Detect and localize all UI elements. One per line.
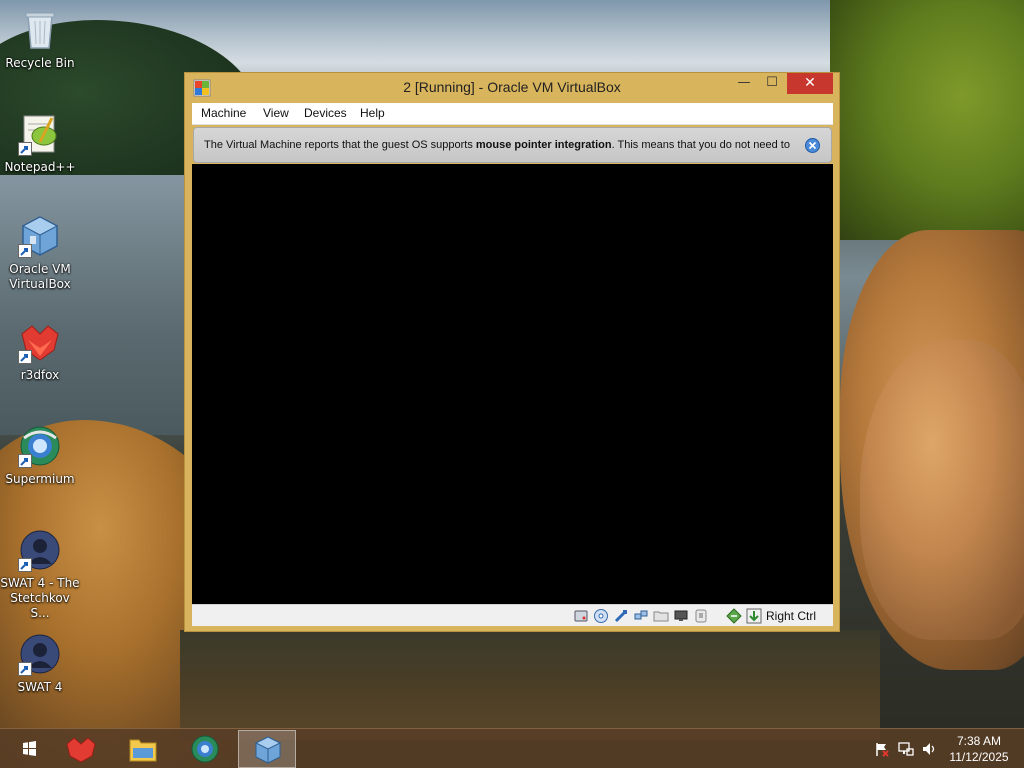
- taskbar: 7:38 AM 11/12/2025: [0, 728, 1024, 768]
- menu-machine[interactable]: Machine: [201, 106, 246, 120]
- shortcut-arrow-icon: [18, 350, 32, 364]
- swat4-syndicate-icon: [18, 528, 62, 572]
- virtualbox-icon: [252, 735, 284, 765]
- clock-date: 11/12/2025: [949, 750, 1009, 764]
- virtualbox-taskbar-button[interactable]: [238, 730, 296, 768]
- desktop-icon-r3dfox[interactable]: r3dfox: [0, 320, 80, 383]
- desktop-icon-virtualbox[interactable]: Oracle VM VirtualBox: [0, 214, 80, 292]
- r3dfox-icon: [65, 734, 97, 764]
- swat4-icon: [18, 632, 62, 676]
- wallpaper-forest: [830, 0, 1024, 240]
- file-explorer-taskbar-button[interactable]: [114, 730, 172, 768]
- r3dfox-taskbar-button[interactable]: [52, 730, 110, 768]
- menu-bar: Machine View Devices Help: [192, 103, 833, 125]
- notice-text-suffix: . This means that you do not need to: [611, 139, 790, 151]
- shortcut-arrow-icon: [18, 142, 32, 156]
- desktop-icon-swat4[interactable]: SWAT 4: [0, 632, 80, 695]
- display-icon[interactable]: [673, 608, 689, 624]
- desktop-icon-label: SWAT 4 - The Stetchkov S...: [0, 576, 80, 620]
- desktop-icon-recycle-bin[interactable]: Recycle Bin: [0, 8, 80, 71]
- menu-help[interactable]: Help: [360, 106, 385, 120]
- guest-display[interactable]: [192, 164, 833, 604]
- menu-view[interactable]: View: [263, 106, 289, 120]
- desktop-icon-label: SWAT 4: [17, 680, 63, 694]
- optical-drive-icon[interactable]: [593, 608, 609, 624]
- desktop-icon-label: Notepad++: [4, 160, 76, 174]
- minimize-button[interactable]: —: [731, 73, 757, 94]
- virtualbox-icon: [18, 214, 62, 258]
- notice-text-prefix: The Virtual Machine reports that the gue…: [204, 139, 476, 151]
- system-clock[interactable]: 7:38 AM 11/12/2025: [936, 733, 1022, 765]
- shortcut-arrow-icon: [18, 244, 32, 258]
- wallpaper-ground: [180, 630, 880, 740]
- notice-close-icon[interactable]: [805, 138, 820, 153]
- supermium-icon: [189, 734, 221, 764]
- desktop-icon-label: Recycle Bin: [5, 56, 75, 70]
- host-key-label: Right Ctrl: [766, 609, 817, 623]
- hard-disk-icon[interactable]: [573, 608, 589, 624]
- notepad-plus-plus-icon: [18, 112, 62, 156]
- shortcut-arrow-icon: [18, 454, 32, 468]
- usb-icon[interactable]: [613, 608, 629, 624]
- menu-devices[interactable]: Devices: [304, 106, 347, 120]
- close-button[interactable]: ✕: [787, 73, 833, 94]
- mouse-integration-notice: The Virtual Machine reports that the gue…: [193, 127, 832, 163]
- clock-time: 7:38 AM: [956, 734, 1002, 748]
- desktop-icon-notepad-plus-plus[interactable]: Notepad++: [0, 112, 80, 175]
- supermium-taskbar-button[interactable]: [176, 730, 234, 768]
- notice-text-bold: mouse pointer integration: [475, 139, 612, 151]
- network-icon[interactable]: [633, 608, 649, 624]
- maximize-button[interactable]: ☐: [759, 73, 785, 94]
- supermium-icon: [18, 424, 62, 468]
- window-titlebar[interactable]: 2 [Running] - Oracle VM VirtualBox — ☐ ✕: [185, 73, 839, 103]
- desktop-icon-label: r3dfox: [20, 368, 60, 382]
- desktop-icon-swat4-stetchkov[interactable]: SWAT 4 - The Stetchkov S...: [0, 528, 80, 621]
- recording-icon[interactable]: [693, 608, 709, 624]
- virtualbox-vm-window[interactable]: 2 [Running] - Oracle VM VirtualBox — ☐ ✕…: [184, 72, 840, 632]
- action-center-flag-icon[interactable]: [874, 741, 890, 757]
- volume-icon[interactable]: [921, 741, 937, 757]
- r3dfox-icon: [18, 320, 62, 364]
- file-explorer-icon: [127, 734, 159, 764]
- shared-folders-icon[interactable]: [653, 608, 669, 624]
- desktop-icon-label: Supermium: [5, 472, 75, 486]
- network-icon[interactable]: [898, 741, 914, 757]
- recycle-bin-icon: [18, 8, 62, 52]
- desktop-icon-label: Oracle VM VirtualBox: [9, 262, 71, 291]
- mouse-integration-icon[interactable]: [726, 608, 742, 624]
- host-key-arrow-icon[interactable]: [746, 608, 762, 624]
- wallpaper-rock: [860, 340, 1024, 640]
- shortcut-arrow-icon: [18, 558, 32, 572]
- status-bar: Right Ctrl: [192, 604, 833, 626]
- windows-logo-icon: [13, 734, 45, 764]
- shortcut-arrow-icon: [18, 662, 32, 676]
- notice-message: The Virtual Machine reports that the gue…: [204, 139, 790, 151]
- start-button[interactable]: [0, 730, 58, 768]
- desktop-icon-supermium[interactable]: Supermium: [0, 424, 80, 487]
